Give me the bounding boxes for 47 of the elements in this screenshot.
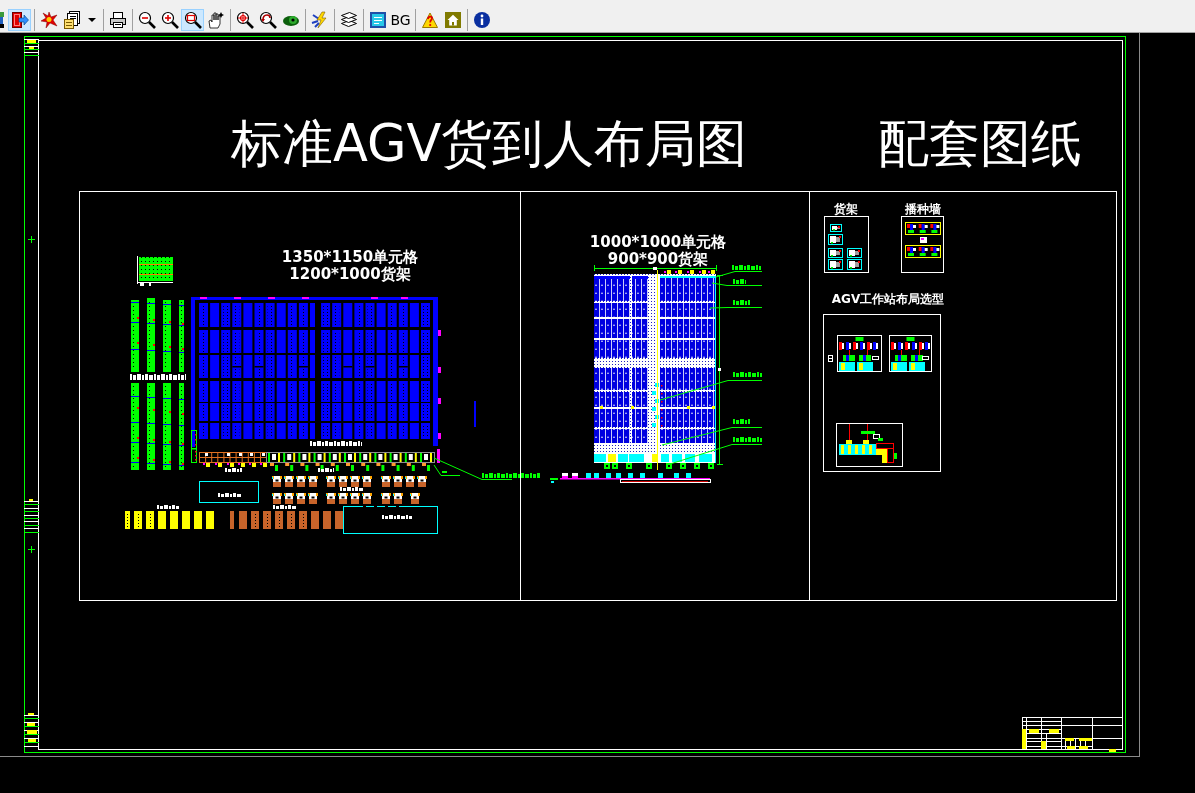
margin-table-drawing xyxy=(24,37,39,57)
door-arrow-button[interactable] xyxy=(8,9,31,31)
zoom-out-icon xyxy=(137,11,156,29)
cut-off-icon[interactable] xyxy=(0,12,4,28)
cross-mark-icon xyxy=(28,236,35,243)
grid-mark-icon xyxy=(828,355,833,362)
document-stack-icon xyxy=(62,11,81,29)
detail-frame xyxy=(824,216,869,273)
cell-size-label: 1350*1150单元格 xyxy=(281,249,419,266)
zone-outline-drawing xyxy=(199,481,259,503)
drawing-title: 标准AGV货到人布局图 xyxy=(231,118,748,169)
section-label: 播种墙 xyxy=(905,202,941,216)
home-icon xyxy=(443,11,462,29)
layers-icon xyxy=(339,11,358,29)
lightning-figure-icon xyxy=(310,11,329,29)
workstation-layout-drawing xyxy=(836,423,904,468)
zoom-back-icon xyxy=(258,11,277,29)
help-icon xyxy=(420,11,439,29)
margin-table-drawing xyxy=(24,713,39,749)
section-label: 货架 xyxy=(834,202,858,216)
hand-icon xyxy=(206,11,225,29)
info-icon xyxy=(472,11,491,29)
zoom-window-icon xyxy=(183,11,202,29)
drawing-subtitle: 配套图纸 xyxy=(878,118,1082,169)
seeding-wall-drawing xyxy=(904,220,942,260)
caret-icon xyxy=(87,18,96,22)
margin-table-drawing xyxy=(24,499,39,536)
guide-line xyxy=(474,401,476,427)
detail-frame xyxy=(901,216,944,273)
cross-mark-icon xyxy=(28,546,35,553)
zoom-in-icon xyxy=(160,11,179,29)
rack-size-label: 1200*1000货架 xyxy=(289,266,411,283)
bg-button[interactable]: BG xyxy=(389,9,412,31)
rack-size-label: 900*900货架 xyxy=(607,251,709,268)
zoom-target-icon xyxy=(235,11,254,29)
screen-icon xyxy=(368,11,387,29)
cell-size-label: 1000*1000单元格 xyxy=(589,234,727,251)
workstation-layout-drawing xyxy=(889,335,932,373)
legend-drawing xyxy=(136,256,174,286)
workstation-layout-drawing xyxy=(837,335,882,373)
section-label: AGV工作站布局选型 xyxy=(831,292,945,306)
leader-line xyxy=(709,299,763,310)
door-arrow-icon xyxy=(10,11,29,29)
star-burst-icon xyxy=(39,11,58,29)
rack-detail-drawing xyxy=(826,222,864,271)
print-icon xyxy=(108,11,127,29)
zoom-window-button[interactable] xyxy=(181,9,204,31)
